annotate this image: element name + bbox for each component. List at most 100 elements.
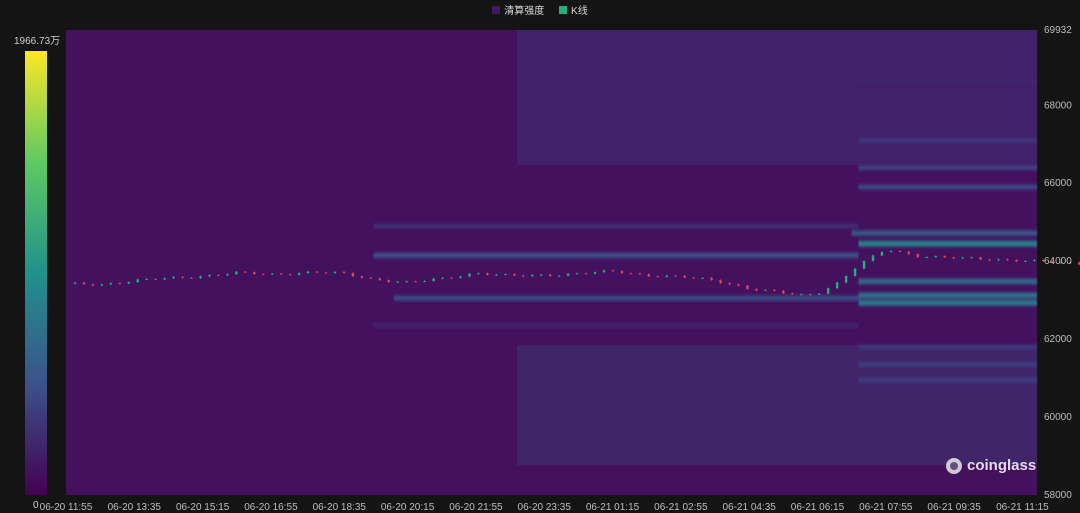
candle-body [244,271,247,273]
x-tick-label: 06-20 23:35 [518,502,572,513]
candle-body [226,274,229,276]
candle-body [414,281,417,283]
candle-body [91,284,95,286]
candle-body [396,281,399,283]
x-axis: 06-20 11:55 06-20 13:35 06-20 15:15 06-20 1… [40,502,1050,513]
x-tick-label: 06-20 11:55 [40,502,93,513]
candle-body [73,282,77,284]
y-tick-label: 68000 [1044,100,1072,111]
candle-body [342,271,346,273]
candle-body [315,271,319,273]
candle-body [459,276,462,278]
candle-body [100,284,104,286]
x-tick-label: 06-21 04:35 [722,502,776,513]
candle-body [916,254,920,258]
candle-body [1024,260,1027,262]
candle-body [504,274,507,276]
x-tick-label: 06-21 02:55 [654,502,708,513]
liquidation-band [858,165,1037,170]
x-tick-label: 06-21 11:15 [996,502,1049,513]
candle-body [925,257,928,259]
candle-body [557,275,561,277]
candle-body [208,274,211,277]
candle-body [109,283,113,285]
candle-body [118,283,121,285]
candle-body [387,280,390,283]
candle-body [889,250,893,252]
candle-body [154,278,157,280]
candle-body [531,274,534,277]
liquidation-heatmap-chart: 69932 68000 66000 64000 62000 60000 58000 06-2… [25,25,1080,513]
candle-body [306,271,310,274]
colorbar [25,51,47,495]
watermark-text: coinglass [967,457,1037,474]
y-tick-label: 60000 [1044,412,1072,423]
candle-body [486,273,489,276]
candle-body [844,276,848,283]
legend-item-intensity[interactable]: 清算强度 [492,2,544,17]
candle-body [190,277,193,279]
liquidation-band [373,252,859,258]
candle-body [369,277,373,279]
candle-body [674,275,677,277]
legend-label-kline: K线 [571,6,588,17]
candle-body [809,294,812,296]
candle-body [755,288,758,291]
candle-body [817,293,821,295]
candle-body [862,260,866,269]
liquidation-band [858,80,1037,84]
legend-item-kline[interactable]: K线 [559,2,588,17]
candle-body [127,282,130,284]
liquidation-band [393,295,859,301]
candle-body [988,259,991,261]
candle-body [602,270,606,273]
candle-body [271,273,274,275]
heatmap-region-upper [517,30,1037,165]
candle-body [253,272,256,275]
candle-body [584,273,588,275]
candle-body [898,250,902,252]
candle-body [764,289,767,291]
liquidation-band [851,230,1037,236]
candle-body [871,255,875,261]
candle-body [773,289,776,291]
candle-body [997,259,1000,261]
candle-body [378,278,382,281]
candle-body [629,273,633,275]
candle-body [907,251,911,255]
y-tick-label: 66000 [1044,178,1072,189]
candle-body [82,282,86,285]
candle-body [1006,259,1009,261]
x-tick-label: 06-21 09:35 [927,502,981,513]
candle-body [351,272,355,277]
candle-body [513,274,516,276]
candle-body [136,279,139,283]
candle-body [1015,259,1018,262]
candle-body [181,276,184,278]
candle-body [593,272,597,274]
candle-body [468,273,471,277]
candle-body [288,274,292,276]
candle-body [710,277,713,281]
candle-body [235,271,238,275]
candle-body [450,277,453,279]
y-tick-label: 69932 [1044,25,1072,36]
candle-body [522,275,525,277]
liquidation-band [858,362,1037,367]
candle-body [540,274,543,276]
candle-body [495,274,498,276]
x-tick-label: 06-20 20:15 [381,502,435,513]
candle-body [262,274,265,276]
liquidation-band [858,278,1037,285]
candle-body [782,290,785,294]
candle-body [665,275,668,277]
candle-body [934,256,937,258]
candle-body [324,272,328,274]
candle-body [217,274,220,276]
legend-label-intensity: 清算强度 [504,6,545,17]
candle-body [961,257,964,259]
candle-body [333,271,337,274]
candle-body [853,268,857,277]
plot-area [66,30,1080,495]
liquidation-band [858,377,1037,383]
